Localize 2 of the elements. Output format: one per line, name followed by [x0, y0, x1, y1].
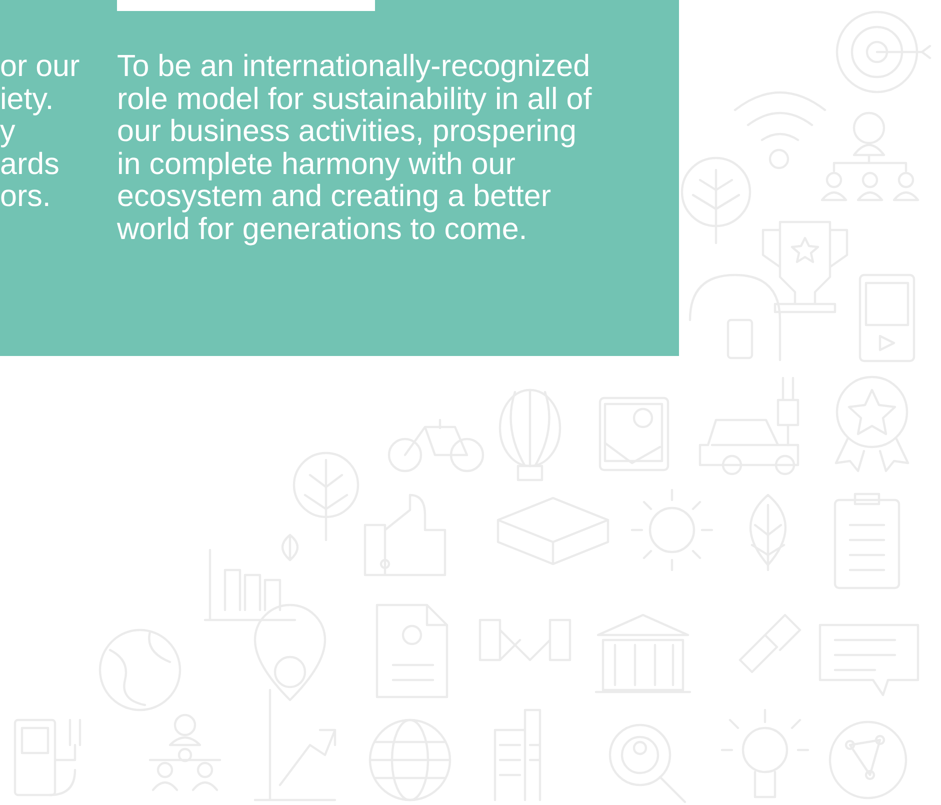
vision-text: To be an internationally-recognized role model for sustainability in all of our business activities, prospering in complete harmony with our ecosystem and creating a better world for generations to come.	[117, 50, 592, 245]
mission-text: or our iety. y ards ors.	[0, 50, 80, 212]
